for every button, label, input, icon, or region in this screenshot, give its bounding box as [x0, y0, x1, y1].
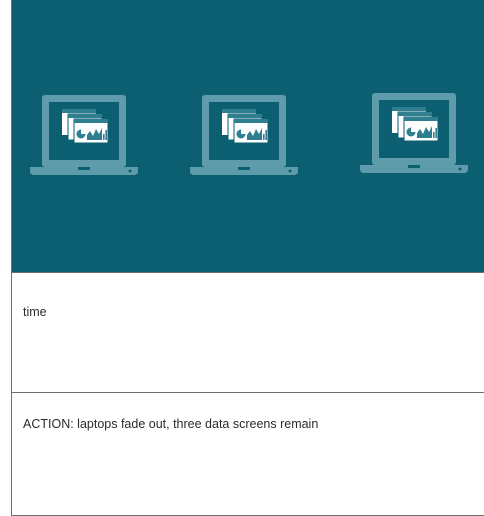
laptop-middle-icon: [189, 94, 299, 176]
action-text: ACTION: laptops fade out, three data scr…: [23, 417, 319, 431]
laptop-left-icon: [29, 94, 139, 176]
illustration-panel: [12, 0, 484, 272]
time-label: time: [23, 305, 47, 319]
laptop-right-icon: [359, 92, 469, 174]
time-row: time: [12, 272, 484, 392]
action-row: ACTION: laptops fade out, three data scr…: [12, 392, 484, 516]
